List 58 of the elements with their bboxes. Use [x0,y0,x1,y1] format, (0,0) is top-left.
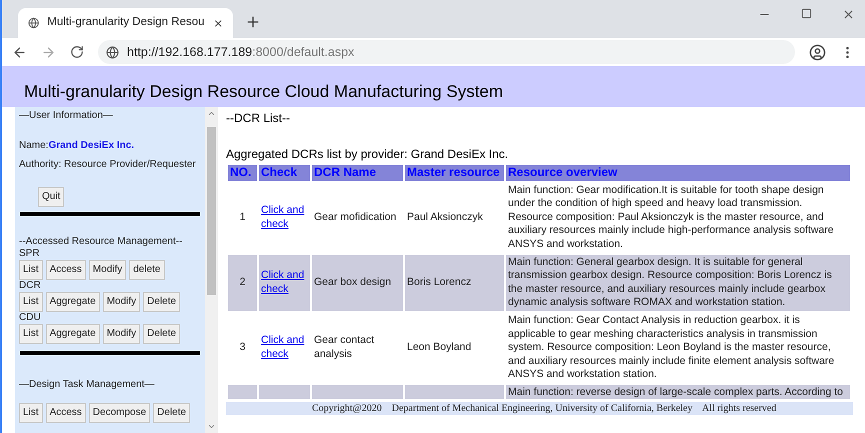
browser-tab[interactable]: Multi-granularity Design Resou [18,8,233,38]
sidebar-button[interactable]: Aggregate [46,324,100,344]
sidebar-button[interactable]: Delete [153,403,190,423]
scroll-down-icon[interactable] [207,422,216,431]
sidebar-button[interactable]: Delete [143,292,180,312]
sidebar-button[interactable]: Access [46,403,86,423]
sidebar-button[interactable]: List [19,260,43,280]
column-header: NO. [228,165,257,181]
column-header: Check [259,165,310,181]
group-label: CDU [19,312,42,324]
scroll-up-icon[interactable] [207,109,216,118]
globe-icon [106,46,119,58]
section-heading: —User Information— [19,110,114,122]
sidebar-button[interactable]: Access [46,260,86,280]
user-name: Name:Grand DesiEx Inc. [19,140,136,152]
sidebar-button[interactable]: List [19,292,43,312]
sidebar-button[interactable]: Modify [102,324,140,344]
back-icon[interactable] [12,44,27,60]
column-header: Resource overview [506,165,850,181]
group-label: DCR [19,280,42,292]
list-title: --DCR List-- [226,110,291,127]
scrollbar-thumb[interactable] [207,127,216,295]
reload-icon[interactable] [70,45,84,59]
sidebar-button[interactable]: Delete [143,324,180,344]
check-link[interactable]: Click and check [261,334,308,362]
table-cell: Main function: General gearbox design. It is suitable for general transmission gearbox design. Resource composition: Boris Lorencz is the master resource, and auxiliary resources mainly include gearbox dynamic analysis software ROMAX and workstation station. [506,254,850,311]
globe-icon [28,16,40,30]
check-link[interactable]: Click and check [261,204,308,232]
address-bar[interactable]: http://192.168.177.189:8000/default.aspx [98,40,795,64]
table-cell: Main function: reverse design of large-scale complex parts. According to [506,384,850,399]
table-cell: Gear box design [312,254,403,311]
list-subtitle: Aggregated DCRs list by provider: Grand DesiEx Inc. [226,146,510,163]
sidebar-button[interactable]: Modify [88,260,126,280]
table-cell: Boris Lorencz [405,254,504,311]
url-text: http://192.168.177.189:8000/default.aspx [127,44,354,61]
profile-icon[interactable] [809,44,826,60]
sidebar-button[interactable]: delete [129,260,164,280]
sidebar-button[interactable]: Modify [102,292,140,312]
sidebar-button[interactable]: Quit [38,187,64,207]
authority-text: Authority: Resource Provider/Requester [19,159,197,171]
sidebar-button[interactable]: List [19,403,43,423]
close-window-icon[interactable] [842,8,855,21]
section-heading: —Design Task Management— [19,379,156,391]
column-header: Master resource [405,165,504,181]
sidebar-button[interactable]: Decompose [88,403,150,423]
copyright-text: Copyright@2020 Department of Mechanical Engineering, University of California, Berkeley All rights reserved [312,402,776,416]
column-header: DCR Name [312,165,403,181]
table-cell [228,384,257,399]
group-label: SPR [19,248,41,260]
tab-title: Multi-granularity Design Resou [47,15,205,30]
new-tab-icon[interactable] [245,14,261,30]
sidebar-button[interactable]: List [19,324,43,344]
scrollbar[interactable] [205,107,218,433]
table-cell: 2 [228,254,257,311]
sidebar-button[interactable]: Aggregate [46,292,100,312]
system-title: Multi-granularity Design Resource Cloud Manufacturing System [24,80,504,102]
maximize-icon[interactable] [801,8,812,19]
section-heading: --Accessed Resource Management-- [19,236,184,248]
